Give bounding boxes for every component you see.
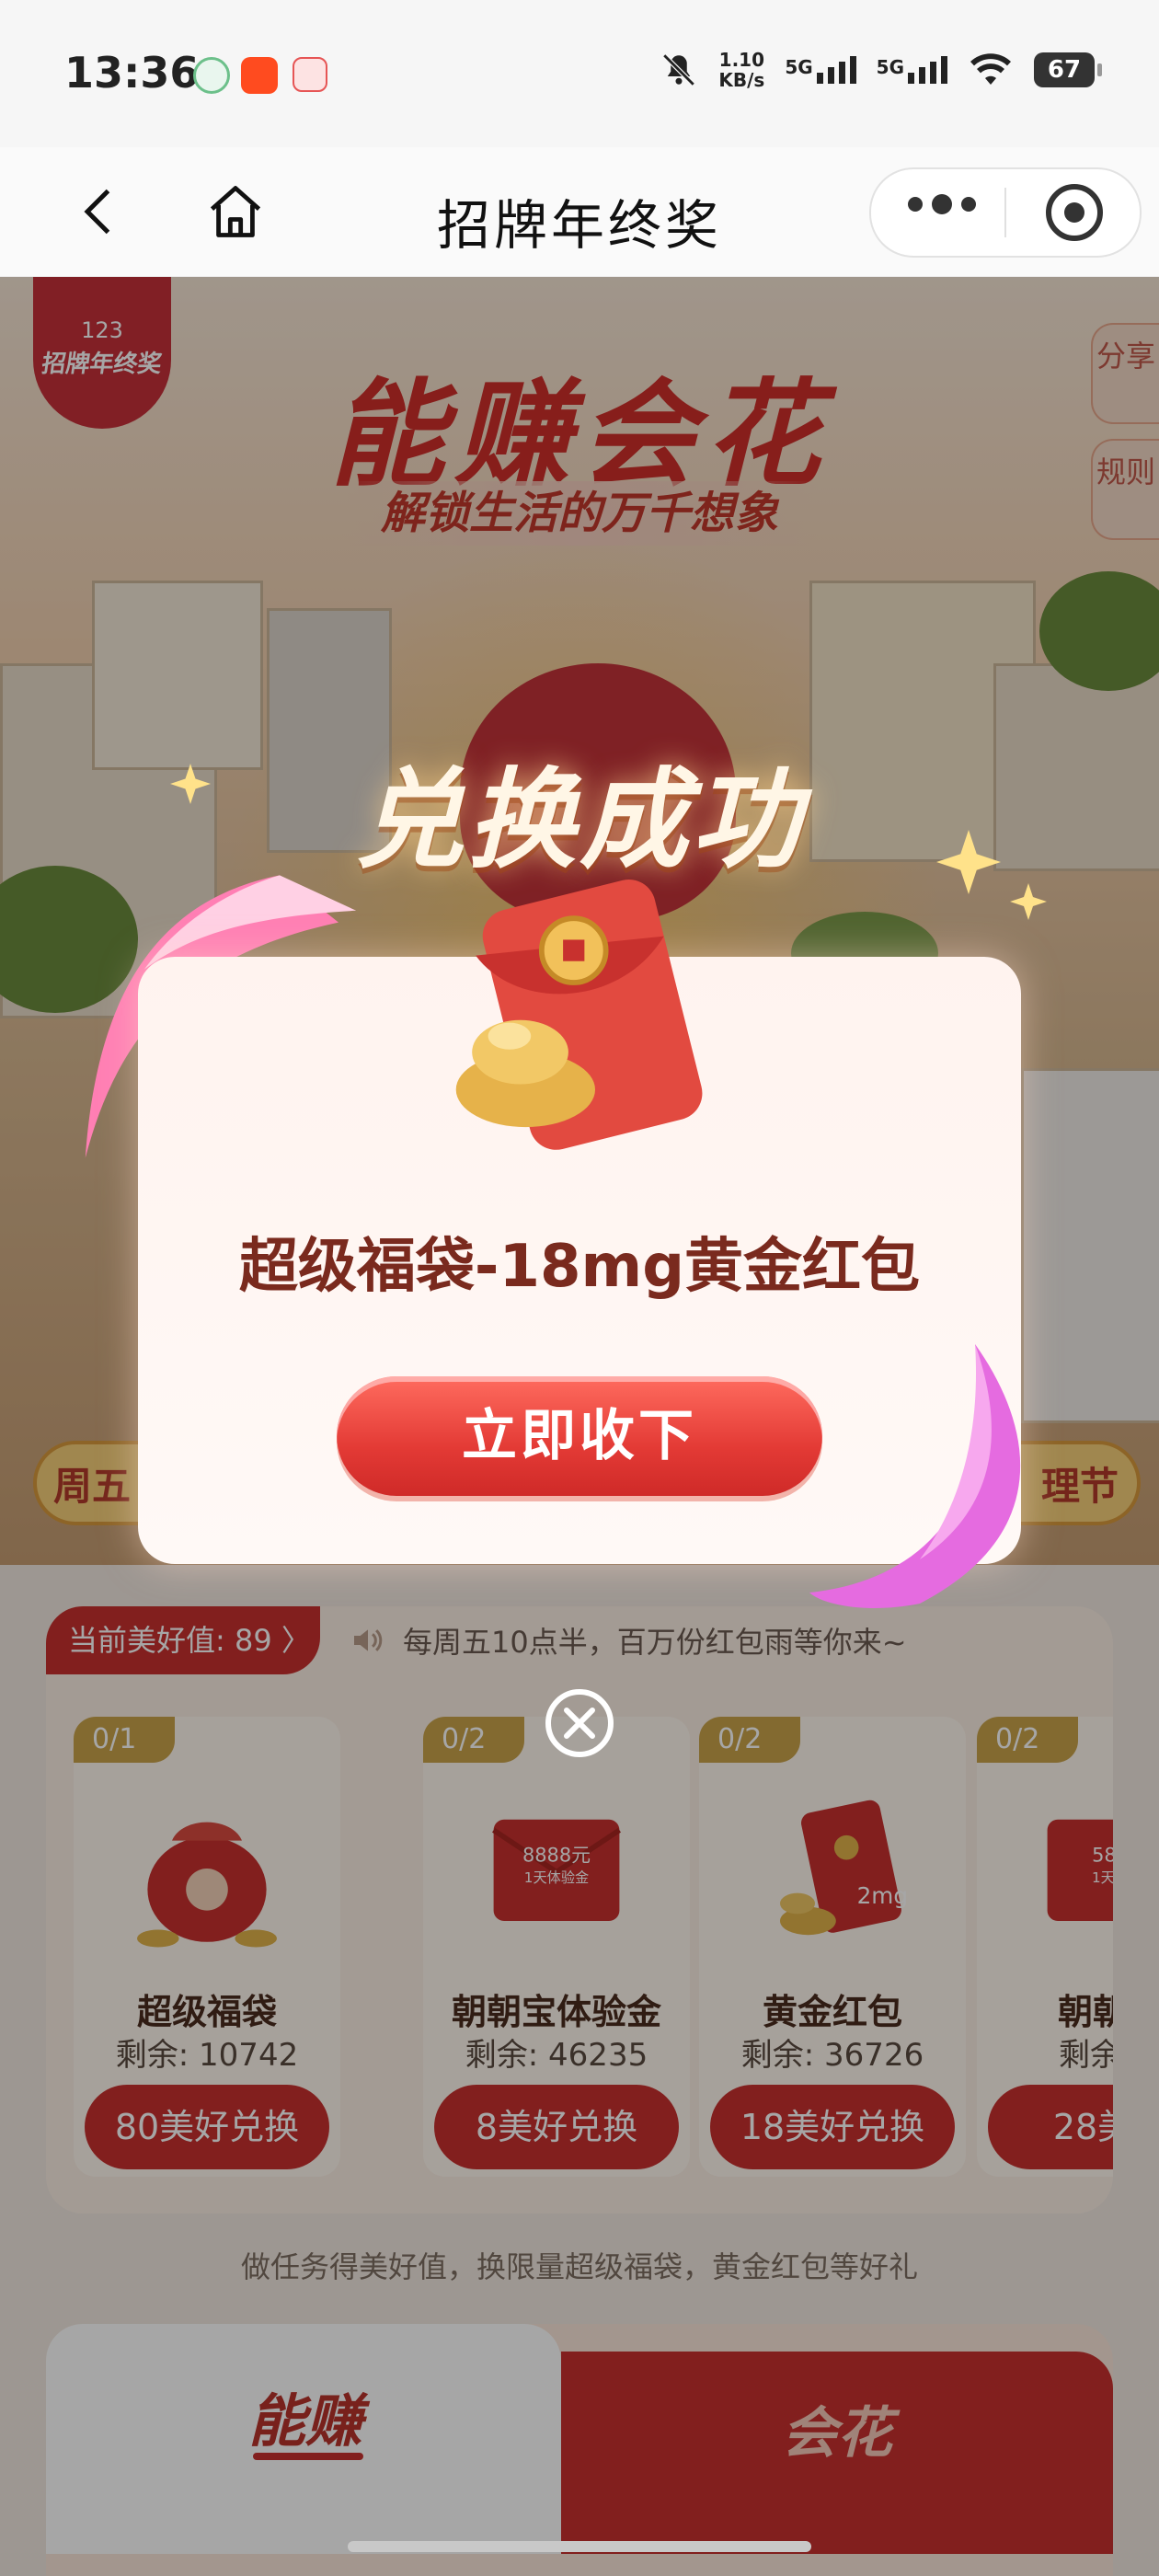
more-icon[interactable] bbox=[908, 194, 976, 214]
sim1-label: 5G bbox=[785, 56, 813, 78]
accept-button[interactable]: 立即收下 bbox=[337, 1376, 822, 1496]
sparkle-icon bbox=[936, 830, 1001, 894]
sparkle-icon bbox=[1010, 883, 1047, 920]
mini-program-capsule bbox=[869, 167, 1142, 258]
status-right: 1.10 KB/s 5G 5G 67 bbox=[660, 50, 1102, 90]
status-bar: 13:36 1.10 KB/s 5G 5G 67 bbox=[0, 0, 1159, 147]
signal-sim1: 5G bbox=[785, 56, 856, 84]
close-icon[interactable] bbox=[543, 1686, 616, 1760]
signal-bars-icon bbox=[908, 56, 947, 84]
gold-red-envelope-icon bbox=[455, 880, 703, 1150]
signal-bars-icon bbox=[816, 56, 856, 84]
app-icon-green bbox=[193, 57, 230, 94]
signal-sim2: 5G bbox=[877, 56, 947, 84]
nav-bar: 招牌年终奖 bbox=[0, 147, 1159, 277]
home-indicator[interactable] bbox=[348, 2541, 811, 2552]
prize-name: 超级福袋-18mg黄金红包 bbox=[238, 1233, 921, 1301]
wifi-icon bbox=[970, 53, 1011, 85]
capsule-divider bbox=[1004, 188, 1006, 237]
net-speed-value: 1.10 bbox=[718, 49, 765, 71]
battery-icon: 67 bbox=[1034, 52, 1102, 87]
sparkle-icon bbox=[170, 764, 211, 804]
ribbon-decoration bbox=[809, 1344, 1021, 1608]
app-icon-red bbox=[293, 57, 327, 92]
mute-bell-icon bbox=[662, 53, 695, 86]
status-time: 13:36 bbox=[64, 48, 200, 98]
taobao-icon bbox=[241, 57, 278, 94]
net-speed: 1.10 KB/s bbox=[718, 50, 764, 90]
mini-program-close-icon[interactable] bbox=[1046, 184, 1103, 241]
net-speed-unit: KB/s bbox=[718, 69, 765, 91]
sim2-label: 5G bbox=[876, 56, 904, 78]
